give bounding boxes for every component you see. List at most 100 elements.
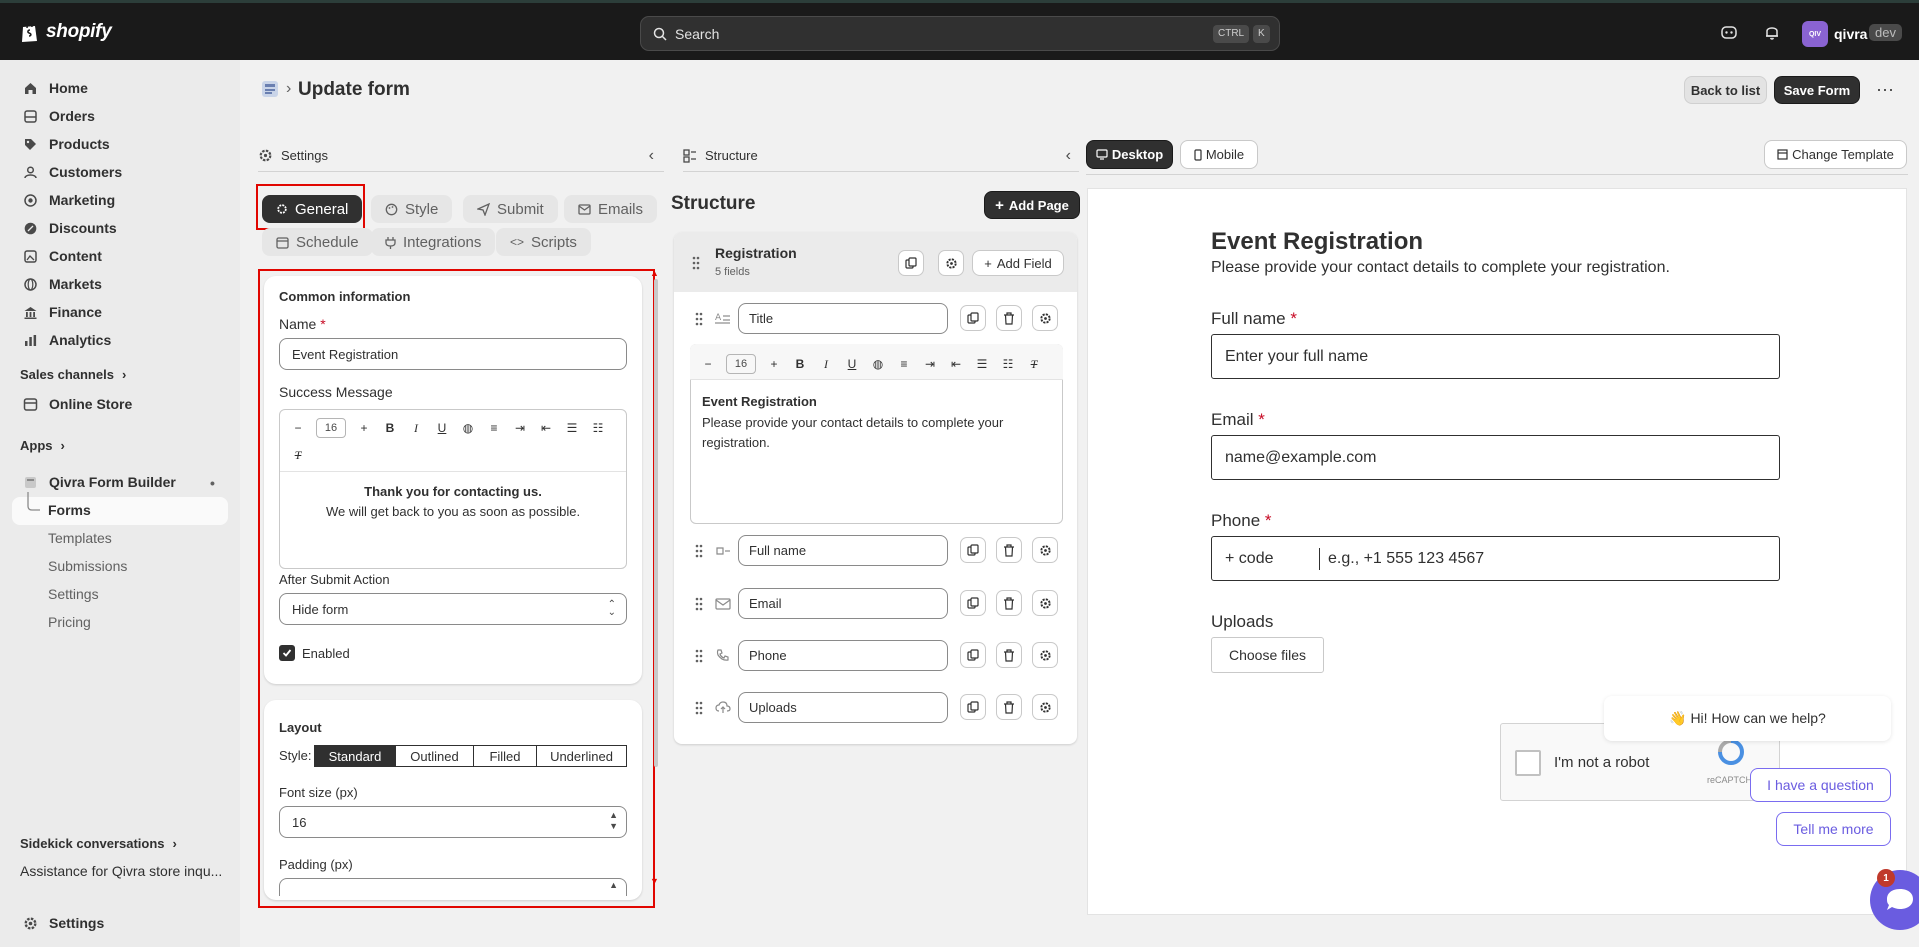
add-page-button[interactable]: + Add Page: [984, 191, 1080, 219]
chat-question-button[interactable]: I have a question: [1750, 768, 1891, 802]
duplicate-page-button[interactable]: [898, 250, 924, 276]
bold-icon[interactable]: B: [382, 420, 398, 436]
outdent-icon[interactable]: ⇤: [948, 356, 964, 372]
indent-icon[interactable]: ⇥: [922, 356, 938, 372]
sidebar-subitem-pricing[interactable]: Pricing: [48, 614, 91, 630]
sidebar-item-home[interactable]: Home: [12, 74, 228, 102]
font-size-input[interactable]: 16 ▲ ▼: [279, 806, 627, 838]
color-palette-icon[interactable]: ◍: [460, 420, 476, 436]
style-option-filled[interactable]: Filled: [474, 746, 537, 766]
underline-icon[interactable]: U: [434, 420, 450, 436]
sidebar-subitem-settings[interactable]: Settings: [48, 586, 99, 602]
field-settings-button[interactable]: [1032, 305, 1058, 331]
email-input[interactable]: name@example.com: [1211, 435, 1780, 480]
number-spinner-icon[interactable]: ▲: [609, 880, 618, 890]
sidebar-item-orders[interactable]: Orders: [12, 102, 228, 130]
delete-field-button[interactable]: [996, 642, 1022, 668]
sidekick-conversation-item[interactable]: Assistance for Qivra store inqu...: [20, 863, 230, 879]
back-to-list-button[interactable]: Back to list: [1684, 76, 1767, 104]
drag-handle-icon[interactable]: [694, 544, 704, 558]
chat-more-button[interactable]: Tell me more: [1776, 812, 1891, 846]
bold-icon[interactable]: B: [792, 356, 808, 372]
store-avatar[interactable]: QIV: [1802, 21, 1828, 47]
numbered-list-icon[interactable]: ☷: [590, 420, 606, 436]
field-settings-button[interactable]: [1032, 590, 1058, 616]
drag-handle-icon[interactable]: [694, 701, 704, 715]
tab-integrations[interactable]: Integrations: [371, 228, 496, 256]
delete-field-button[interactable]: [996, 305, 1022, 331]
sidebar-item-finance[interactable]: Finance: [12, 298, 228, 326]
after-submit-select[interactable]: Hide form ⌃ ⌄: [279, 593, 627, 625]
drag-handle-icon[interactable]: [694, 597, 704, 611]
full-name-field-input[interactable]: Full name: [738, 535, 948, 566]
mobile-toggle[interactable]: Mobile: [1180, 140, 1258, 169]
page-settings-button[interactable]: [938, 250, 964, 276]
store-name[interactable]: qivra: [1834, 26, 1867, 42]
style-option-underlined[interactable]: Underlined: [537, 746, 626, 766]
choose-files-button[interactable]: Choose files: [1211, 637, 1324, 673]
sidebar-item-app[interactable]: Qivra Form Builder •: [12, 468, 228, 496]
phone-input[interactable]: + code e.g., +1 555 123 4567: [1211, 536, 1780, 581]
align-icon[interactable]: ≡: [896, 356, 912, 372]
style-option-standard[interactable]: Standard: [315, 746, 396, 766]
enabled-checkbox[interactable]: [279, 645, 295, 661]
numbered-list-icon[interactable]: ☷: [1000, 356, 1016, 372]
italic-icon[interactable]: I: [408, 420, 424, 436]
outdent-icon[interactable]: ⇤: [538, 420, 554, 436]
save-form-button[interactable]: Save Form: [1774, 76, 1860, 104]
sidebar-subitem-submissions[interactable]: Submissions: [48, 558, 127, 574]
settings-scrollbar[interactable]: [654, 279, 658, 767]
sidebar-item-discounts[interactable]: Discounts: [12, 214, 228, 242]
font-decrease-button[interactable]: −: [700, 356, 716, 372]
sidekick-heading[interactable]: Sidekick conversations ›: [20, 836, 177, 851]
full-name-input[interactable]: Enter your full name: [1211, 334, 1780, 379]
sidebar-item-online-store[interactable]: Online Store: [12, 390, 228, 418]
name-field[interactable]: Event Registration: [279, 338, 627, 370]
field-settings-button[interactable]: [1032, 642, 1058, 668]
drag-handle-icon[interactable]: [694, 312, 704, 326]
sales-channels-heading[interactable]: Sales channels ›: [20, 367, 126, 382]
scroll-down-arrow-icon[interactable]: ▼: [650, 876, 659, 886]
sidebar-item-content[interactable]: Content: [12, 242, 228, 270]
scroll-up-arrow-icon[interactable]: ▲: [650, 268, 659, 278]
bell-icon[interactable]: [1763, 23, 1781, 41]
font-decrease-button[interactable]: −: [290, 420, 306, 436]
phone-field-input[interactable]: Phone: [738, 640, 948, 671]
duplicate-field-button[interactable]: [960, 590, 986, 616]
number-spinner-icon[interactable]: ▲ ▼: [609, 810, 618, 832]
font-increase-button[interactable]: +: [766, 356, 782, 372]
delete-field-button[interactable]: [996, 590, 1022, 616]
desktop-toggle[interactable]: Desktop: [1086, 140, 1173, 169]
collapse-structure-icon[interactable]: ‹: [1066, 147, 1071, 165]
sidebar-item-marketing[interactable]: Marketing: [12, 186, 228, 214]
field-settings-button[interactable]: [1032, 694, 1058, 720]
align-icon[interactable]: ≡: [486, 420, 502, 436]
shopify-logo[interactable]: shopify: [20, 21, 112, 43]
duplicate-field-button[interactable]: [960, 537, 986, 563]
sidekick-icon[interactable]: [1720, 23, 1738, 41]
tab-emails[interactable]: Emails: [564, 195, 658, 223]
delete-field-button[interactable]: [996, 537, 1022, 563]
phone-code-select[interactable]: + code: [1225, 550, 1319, 568]
drag-handle-icon[interactable]: [691, 256, 701, 270]
tab-scripts[interactable]: <> Scripts: [496, 228, 591, 256]
font-size-box[interactable]: 16: [726, 354, 756, 374]
email-field-input[interactable]: Email: [738, 588, 948, 619]
sidebar-item-customers[interactable]: Customers: [12, 158, 228, 186]
sidebar-item-markets[interactable]: Markets: [12, 270, 228, 298]
collapse-settings-icon[interactable]: ‹: [649, 147, 654, 165]
sidebar-subitem-forms[interactable]: Forms: [48, 502, 91, 518]
duplicate-field-button[interactable]: [960, 642, 986, 668]
duplicate-field-button[interactable]: [960, 694, 986, 720]
tab-schedule[interactable]: Schedule: [262, 228, 373, 256]
duplicate-field-button[interactable]: [960, 305, 986, 331]
delete-field-button[interactable]: [996, 694, 1022, 720]
underline-icon[interactable]: U: [844, 356, 860, 372]
sidebar-item-analytics[interactable]: Analytics: [12, 326, 228, 354]
style-option-outlined[interactable]: Outlined: [396, 746, 474, 766]
font-size-box[interactable]: 16: [316, 418, 346, 438]
search-bar[interactable]: Search CTRL K: [640, 16, 1280, 51]
app-breadcrumb-icon[interactable]: [260, 80, 280, 98]
font-increase-button[interactable]: +: [356, 420, 372, 436]
uploads-field-input[interactable]: Uploads: [738, 692, 948, 723]
